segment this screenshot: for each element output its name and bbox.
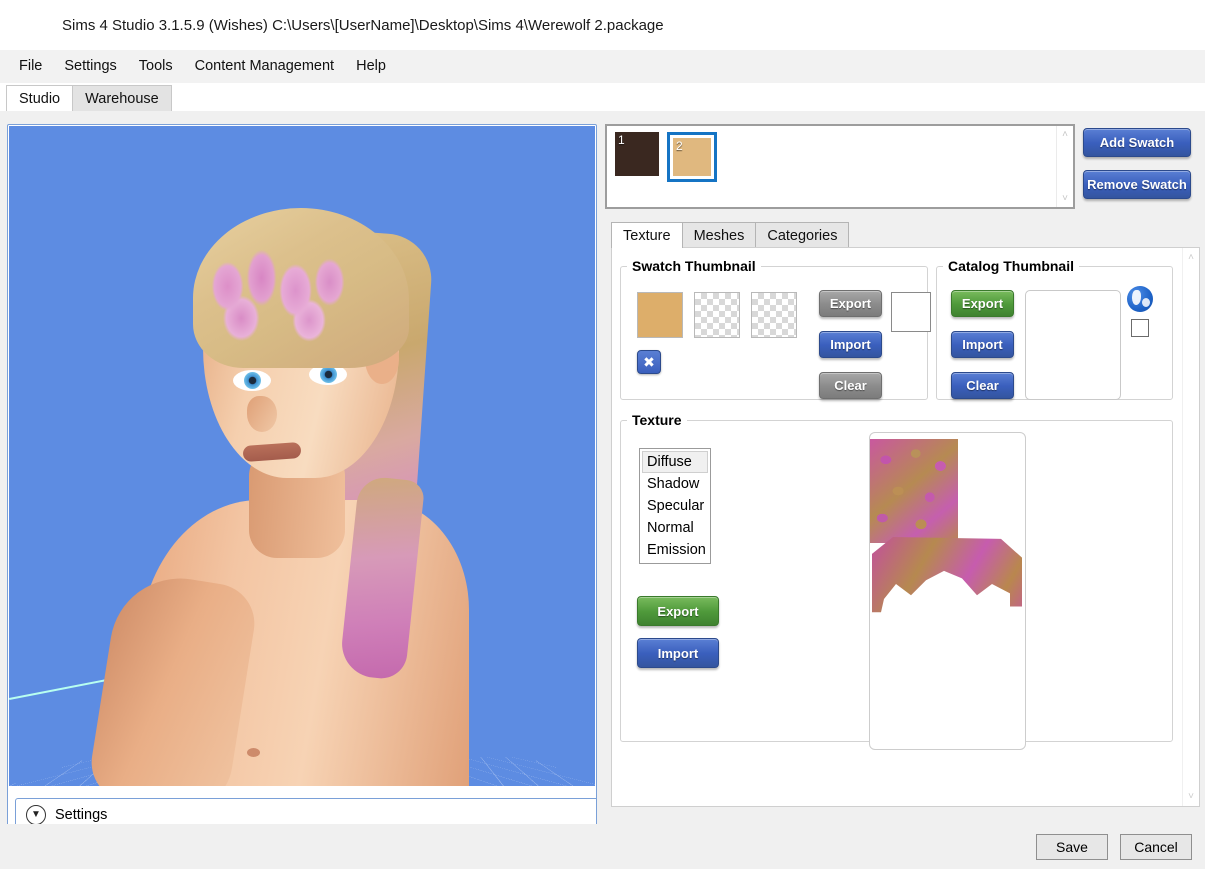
swatch-thumbnail-import-button[interactable]: Import [819, 331, 882, 358]
texture-group: Texture Diffuse Shadow Specular Normal E… [620, 412, 1173, 742]
swatch-thumbnail-preview-1[interactable] [637, 292, 683, 338]
menu-item-content-management[interactable]: Content Management [184, 53, 345, 79]
model-preview-panel: R F ▼ Settings [7, 124, 597, 828]
texture-legend: Texture [627, 412, 687, 428]
menu-bar: File Settings Tools Content Management H… [0, 50, 1205, 83]
add-swatch-button[interactable]: Add Swatch [1083, 128, 1191, 157]
left-iris [244, 372, 261, 389]
swatch-number: 1 [618, 134, 625, 146]
catalog-thumbnail-group: Catalog Thumbnail Export Import Clear [936, 258, 1173, 400]
cancel-button[interactable]: Cancel [1120, 834, 1192, 860]
swatch-item-2[interactable]: 2 [667, 132, 717, 182]
catalog-thumbnail-legend: Catalog Thumbnail [943, 258, 1079, 274]
main-content: R F ▼ Settings 1 2 ˄ [0, 118, 1205, 824]
right-panel: 1 2 ˄ ˅ Add Swatch Remove Swatch Texture… [605, 118, 1200, 824]
3d-viewport[interactable]: R F [9, 126, 595, 786]
texture-map-item-specular[interactable]: Specular [642, 495, 708, 517]
texture-tab-panel: Swatch Thumbnail ✖ Export Import Clear C… [611, 247, 1200, 807]
menu-item-help[interactable]: Help [345, 53, 397, 79]
main-tab-bar: Studio Warehouse [0, 83, 1205, 111]
scroll-up-icon[interactable]: ˄ [1062, 129, 1068, 140]
swatch-thumbnail-preview-3[interactable] [751, 292, 797, 338]
globe-icon[interactable] [1127, 286, 1153, 312]
swatch-thumbnail-preview-2[interactable] [694, 292, 740, 338]
sim-chest-detail [247, 748, 260, 757]
swatch-thumbnail-group: Swatch Thumbnail ✖ Export Import Clear [620, 258, 928, 400]
catalog-thumbnail-checkbox[interactable] [1131, 319, 1149, 337]
tab-texture[interactable]: Texture [611, 222, 683, 248]
chevron-down-circle-icon[interactable]: ▼ [26, 805, 46, 825]
texture-import-button[interactable]: Import [637, 638, 719, 668]
settings-label: Settings [55, 807, 107, 823]
texture-map-item-diffuse[interactable]: Diffuse [642, 451, 708, 473]
menu-item-file[interactable]: File [8, 53, 53, 79]
scroll-down-icon[interactable]: ˅ [1188, 791, 1194, 802]
footer-bar: Save Cancel [0, 824, 1205, 869]
sim-nose [247, 396, 277, 432]
sim-left-eye [233, 370, 271, 391]
sim-left-arm [86, 568, 260, 786]
texture-panel-scrollbar[interactable]: ˄ ˅ [1182, 248, 1199, 806]
hair-pink-highlights [197, 244, 367, 350]
window-title-bar: Sims 4 Studio 3.1.5.9 (Wishes) C:\Users\… [0, 0, 1205, 50]
swatch-thumbnail-legend: Swatch Thumbnail [627, 258, 761, 274]
scroll-down-icon[interactable]: ˅ [1062, 193, 1068, 204]
tab-categories[interactable]: Categories [755, 222, 849, 248]
right-iris [320, 366, 337, 383]
texture-export-button[interactable]: Export [637, 596, 719, 626]
swatch-list-scrollbar[interactable]: ˄ ˅ [1056, 126, 1073, 207]
catalog-thumbnail-clear-button[interactable]: Clear [951, 372, 1014, 399]
tab-studio[interactable]: Studio [6, 85, 73, 111]
scroll-up-icon[interactable]: ˄ [1188, 252, 1194, 263]
remove-swatch-button[interactable]: Remove Swatch [1083, 170, 1191, 199]
page-title: Sims 4 Studio 3.1.5.9 (Wishes) C:\Users\… [62, 17, 664, 34]
tab-meshes[interactable]: Meshes [682, 222, 757, 248]
circle-x-icon[interactable]: ✖ [637, 350, 661, 374]
sim-character-model [97, 148, 517, 786]
swatch-thumbnail-export-button[interactable]: Export [819, 290, 882, 317]
texture-map-item-normal[interactable]: Normal [642, 517, 708, 539]
swatch-strip: 1 2 [607, 126, 717, 182]
menu-item-tools[interactable]: Tools [128, 53, 184, 79]
catalog-thumbnail-import-button[interactable]: Import [951, 331, 1014, 358]
texture-preview-image[interactable] [869, 432, 1026, 750]
menu-item-settings[interactable]: Settings [53, 53, 127, 79]
texture-uv-block [870, 439, 958, 543]
swatch-item-1[interactable]: 1 [615, 132, 659, 176]
sub-tab-bar: Texture Meshes Categories [605, 222, 1200, 248]
texture-map-item-emission[interactable]: Emission [642, 539, 708, 561]
swatch-list[interactable]: 1 2 ˄ ˅ [605, 124, 1075, 209]
swatch-thumbnail-clear-button[interactable]: Clear [819, 372, 882, 399]
catalog-thumbnail-preview[interactable] [1025, 290, 1121, 400]
texture-map-item-shadow[interactable]: Shadow [642, 473, 708, 495]
swatch-number: 2 [676, 140, 683, 152]
tab-warehouse[interactable]: Warehouse [72, 85, 172, 111]
save-button[interactable]: Save [1036, 834, 1108, 860]
swatch-thumbnail-color-box[interactable] [891, 292, 931, 332]
texture-uv-hair-shape [872, 537, 1022, 631]
catalog-thumbnail-export-button[interactable]: Export [951, 290, 1014, 317]
texture-map-list[interactable]: Diffuse Shadow Specular Normal Emission [639, 448, 711, 564]
